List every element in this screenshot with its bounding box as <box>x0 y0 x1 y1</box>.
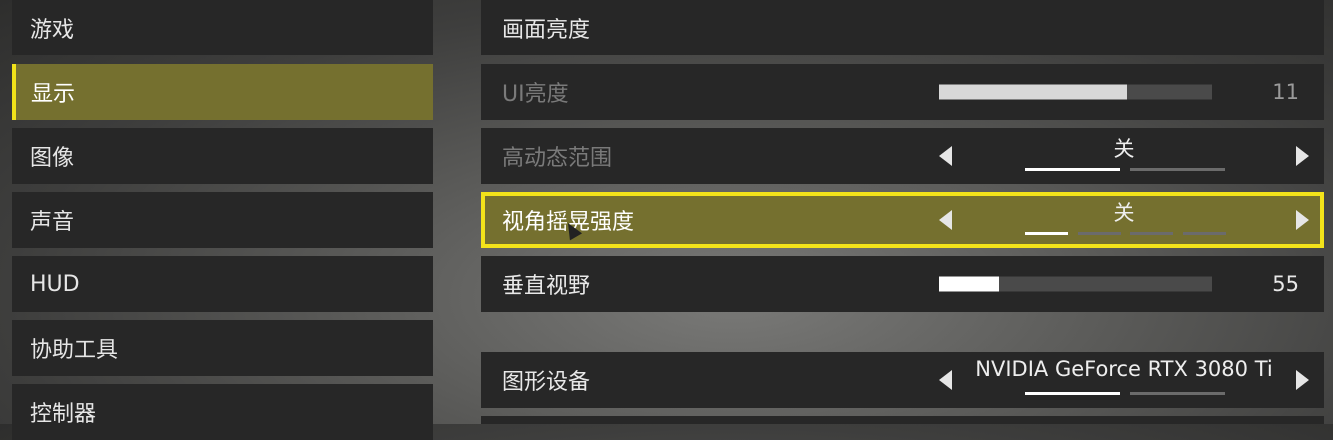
sidebar-item-label: 协助工具 <box>30 338 119 363</box>
hdr-label: 高动态范围 <box>502 146 613 171</box>
sidebar-item-accessibility[interactable]: 协助工具 <box>12 320 433 376</box>
option-dot <box>1078 232 1121 235</box>
sidebar-item-graphics[interactable]: 图像 <box>12 128 433 184</box>
option-dot <box>1183 232 1226 235</box>
camera-shake-value: 关 <box>1113 201 1135 225</box>
option-dot <box>1025 168 1120 171</box>
sidebar-item-label: 声音 <box>30 210 75 235</box>
hdr-value: 关 <box>1113 137 1135 161</box>
ui-brightness-fill <box>939 84 1128 100</box>
option-dot <box>1130 392 1225 395</box>
option-dot <box>1130 168 1225 171</box>
graphics-device-row[interactable]: 图形设备 NVIDIA GeForce RTX 3080 Ti <box>481 352 1324 408</box>
sidebar-item-display[interactable]: 显示 <box>12 64 433 120</box>
ui-brightness-row[interactable]: UI亮度 11 <box>481 64 1324 120</box>
fov-value: 55 <box>1272 272 1299 296</box>
option-dot <box>1025 232 1068 235</box>
camera-shake-row[interactable]: 视角摇晃强度 关 <box>481 192 1324 248</box>
chevron-right-icon[interactable] <box>1296 210 1309 230</box>
sidebar-item-game[interactable]: 游戏 <box>12 0 433 55</box>
option-dot <box>1025 392 1120 395</box>
fov-slider[interactable] <box>939 276 1212 292</box>
option-dot <box>1130 232 1173 235</box>
fov-row[interactable]: 垂直视野 55 <box>481 256 1324 312</box>
sidebar-item-controller[interactable]: 控制器 <box>12 384 433 440</box>
next-row[interactable] <box>481 416 1324 424</box>
ui-brightness-value: 11 <box>1272 80 1299 104</box>
brightness-section-header: 画面亮度 <box>481 0 1324 55</box>
sidebar-item-label: 图像 <box>30 146 75 171</box>
section-title: 画面亮度 <box>502 17 591 43</box>
sidebar-item-label: 游戏 <box>30 17 75 43</box>
ui-brightness-slider[interactable] <box>939 84 1212 100</box>
sidebar-item-label: 显示 <box>31 82 76 107</box>
fov-label: 垂直视野 <box>502 274 591 299</box>
hdr-row[interactable]: 高动态范围 关 <box>481 128 1324 184</box>
graphics-device-value: NVIDIA GeForce RTX 3080 Ti <box>975 357 1273 381</box>
chevron-right-icon[interactable] <box>1296 146 1309 166</box>
ui-brightness-label: UI亮度 <box>502 82 569 107</box>
graphics-device-label: 图形设备 <box>502 370 591 395</box>
fov-fill <box>939 276 1000 292</box>
sidebar-item-label: 控制器 <box>30 402 97 427</box>
sidebar-item-audio[interactable]: 声音 <box>12 192 433 248</box>
sidebar-item-hud[interactable]: HUD <box>12 256 433 312</box>
sidebar-item-label: HUD <box>30 271 80 297</box>
chevron-right-icon[interactable] <box>1296 370 1309 390</box>
